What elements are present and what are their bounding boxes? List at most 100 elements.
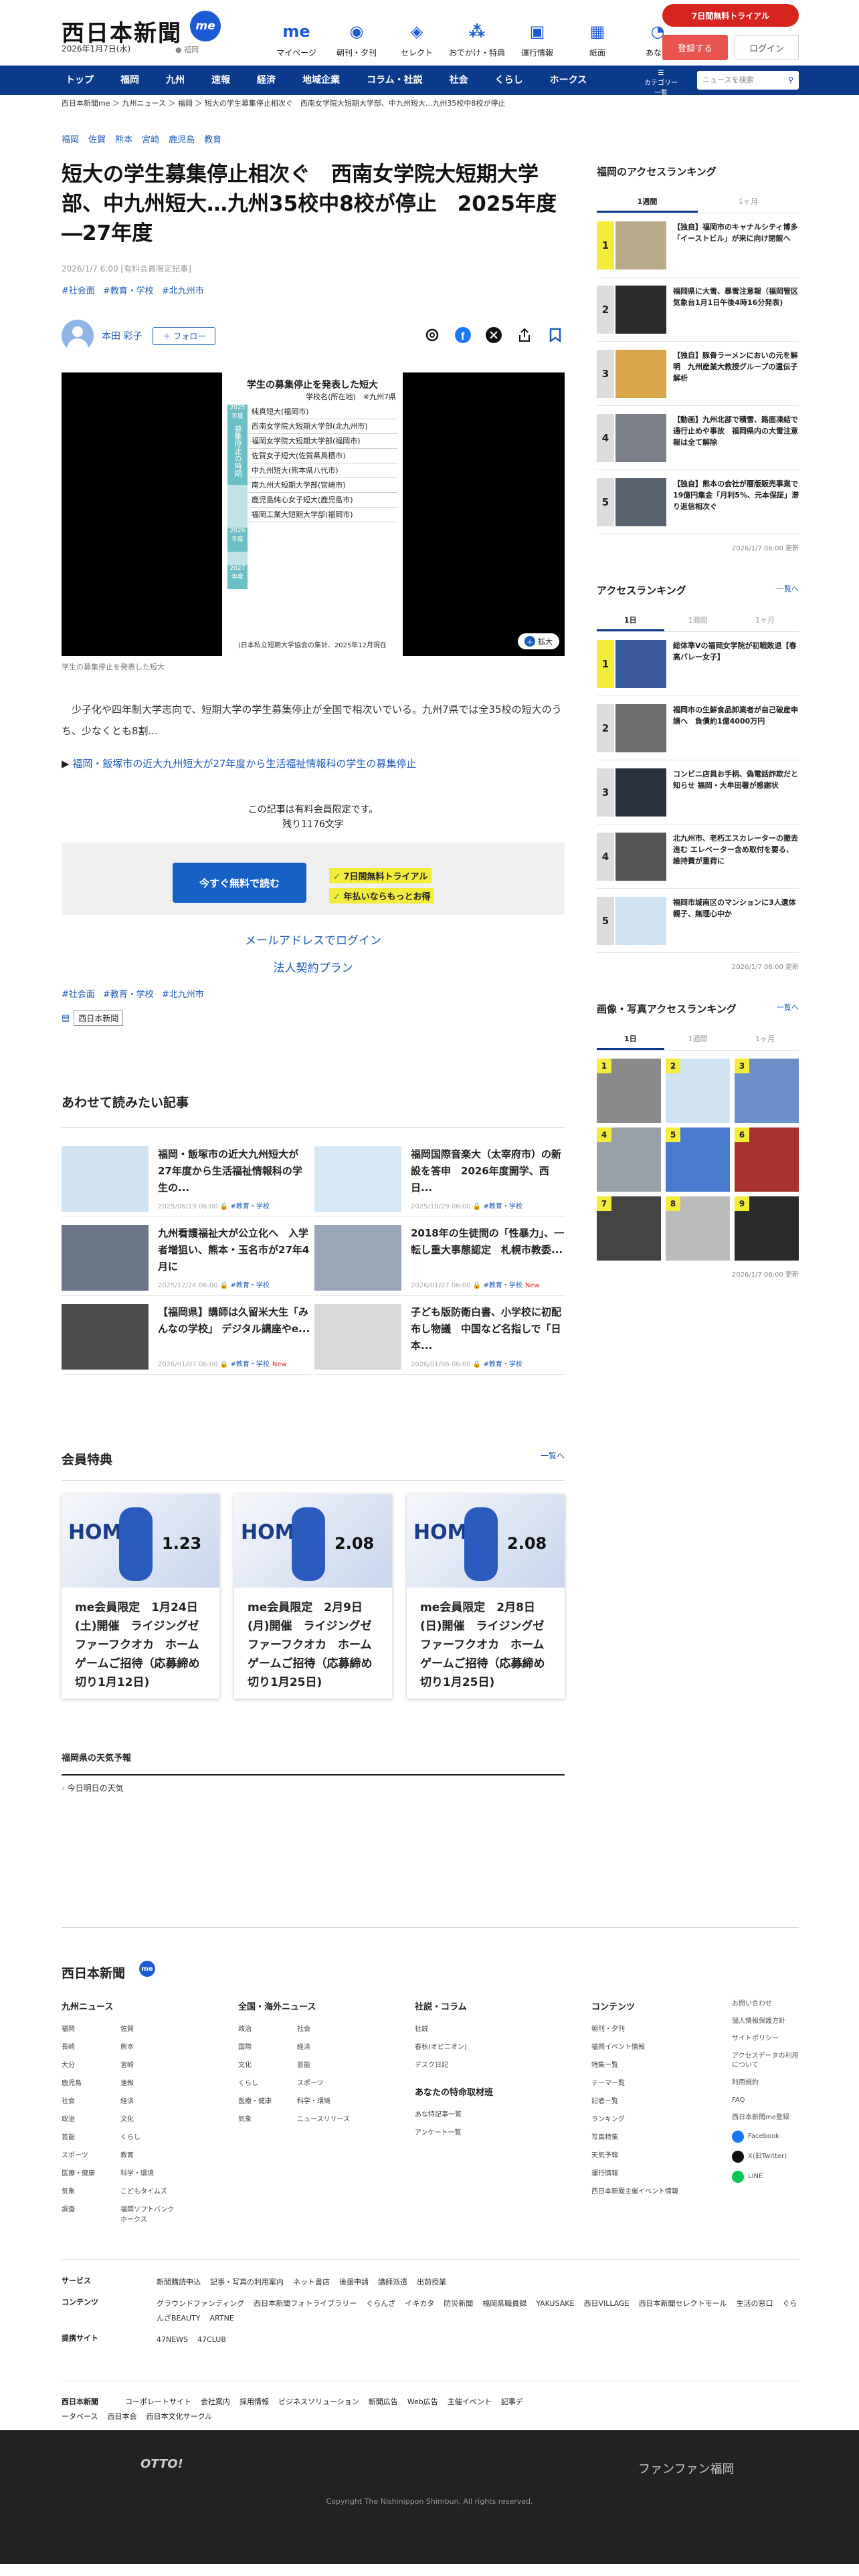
ranking-thumbnail[interactable] <box>615 640 666 688</box>
related-tag[interactable]: #教育・学校 <box>230 1361 269 1368</box>
footer-link[interactable]: 長崎 <box>62 2041 120 2051</box>
footer-link[interactable]: 運行情報 <box>591 2167 709 2177</box>
service-link[interactable]: 新聞購読申込 <box>157 2278 201 2286</box>
footer-side-link[interactable]: お問い合わせ <box>732 2000 799 2009</box>
service-link[interactable]: 後援申請 <box>339 2278 369 2286</box>
photo-item[interactable]: 3 <box>735 1059 799 1123</box>
article-tag[interactable]: #社会面 <box>62 286 95 296</box>
ranking-item[interactable]: 5 【独自】熊本の会社が暦版販売事業で19億円集金「月利5%、元本保証」滞り返信相… <box>597 470 799 534</box>
photo-item[interactable]: 7 <box>597 1196 661 1261</box>
me-logo-icon[interactable]: me <box>139 1961 155 1977</box>
gnav-item[interactable]: 地域企業 <box>289 66 353 95</box>
location[interactable]: ● 福岡 <box>175 44 199 55</box>
ranking-thumbnail[interactable] <box>615 221 666 270</box>
x-link[interactable]: X(旧Twitter) <box>732 2151 799 2163</box>
ranking-item[interactable]: 3 【独自】豚骨ラーメンにおいの元を解明 九州産業大教授グループの遺伝子解析 <box>597 342 799 406</box>
footer-link[interactable]: アンケート一覧 <box>415 2127 533 2137</box>
region-tag[interactable]: 宮崎 <box>142 135 159 145</box>
gnav-item[interactable]: くらし <box>482 66 537 95</box>
footer-link[interactable]: 科学・環境 <box>297 2095 356 2105</box>
footer-link[interactable]: 福岡イベント情報 <box>591 2041 709 2051</box>
footer-link[interactable]: 天気予報 <box>591 2149 709 2159</box>
related-item[interactable]: 子ども版防衛白書、小学校に初配布し物議 中国など名指しで「日本... 2026/0… <box>314 1296 565 1375</box>
tab-1day[interactable]: 1日 <box>597 611 664 631</box>
related-item[interactable]: 九州看護福祉大が公立化へ 入学者増狙い、熊本・玉名市が27年4月に 2025/12… <box>62 1217 312 1296</box>
related-tag[interactable]: #教育・学校 <box>230 1203 269 1210</box>
related-tag[interactable]: #教育・学校 <box>483 1361 522 1368</box>
member-card-text[interactable]: me会員限定 2月9日(月)開催 ライジングゼファーフクオカ ホームゲームご招待… <box>234 1588 392 1703</box>
header-nav-select[interactable]: ◈ セレクト <box>387 19 447 58</box>
x-icon[interactable] <box>484 326 503 344</box>
corporate-link[interactable]: 主催イベント <box>448 2397 492 2406</box>
member-card[interactable]: HOME 1.23 me会員限定 1月24日(土)開催 ライジングゼファーフクオカ … <box>62 1494 219 1699</box>
footer-link[interactable]: 芸能 <box>62 2131 120 2141</box>
ranking-item[interactable]: 5 福岡市城南区のマンションに3人遺体 親子、無理心中か <box>597 889 803 953</box>
ranking-thumbnail[interactable] <box>615 414 666 462</box>
tab-1day[interactable]: 1日 <box>597 1029 664 1050</box>
gnav-item[interactable]: 速報 <box>198 66 244 95</box>
footer-link[interactable]: デスク日記 <box>415 2059 533 2069</box>
footer-link[interactable]: 医療・健康 <box>62 2167 120 2177</box>
footer-link[interactable]: 調査 <box>62 2204 120 2224</box>
author-name[interactable]: 本田 彩子 <box>102 329 142 342</box>
related-thumbnail[interactable] <box>62 1146 149 1212</box>
related-title[interactable]: 子ども版防衛白書、小学校に初配布し物議 中国など名指しで「日本... <box>411 1304 565 1354</box>
footer-link[interactable]: 政治 <box>238 2023 297 2033</box>
ranking-item[interactable]: 2 福岡市の生鮮食品卸業者が自己破産申請へ 負債約1億4000万円 <box>597 696 799 760</box>
service-link[interactable]: 西日本新聞フォトライブラリー <box>254 2299 357 2308</box>
photo-item[interactable]: 4 <box>597 1128 661 1192</box>
footer-link[interactable]: あな特記事一覧 <box>415 2109 533 2119</box>
member-more-link[interactable]: 一覧へ <box>541 1450 565 1468</box>
footer-link[interactable]: 西日本新聞主催イベント情報 <box>591 2185 709 2195</box>
trial-button[interactable]: 7日間無料トライアル <box>662 4 799 27</box>
footer-link[interactable]: ニュースリリース <box>297 2113 356 2123</box>
article-tag[interactable]: #社会面 <box>62 990 95 1000</box>
footer-link[interactable]: 佐賀 <box>120 2023 179 2033</box>
related-tag[interactable]: #教育・学校 <box>483 1203 522 1210</box>
footer-column-title[interactable]: 九州ニュース <box>62 2000 238 2012</box>
footer-link[interactable]: 熊本 <box>120 2041 179 2051</box>
related-thumbnail[interactable] <box>314 1304 401 1370</box>
article-figure[interactable]: 学生の募集停止を発表した短大 学校名(所在地) ※九州7県 2025年度 募集停止… <box>62 372 565 656</box>
tab-1week[interactable]: 1週間 <box>664 611 732 631</box>
ranking-title[interactable]: 福岡県に大雪、暴雪注意報（福岡管区気象台1月1日午後4時16分発表) <box>673 286 799 341</box>
corporate-link[interactable]: Web広告 <box>407 2397 438 2406</box>
footer-link[interactable]: スポーツ <box>62 2149 120 2159</box>
footer-link[interactable]: こどもタイムズ <box>120 2185 179 2195</box>
footer-link[interactable]: 特集一覧 <box>591 2059 709 2069</box>
service-link[interactable]: YAKUSAKE <box>536 2299 574 2308</box>
footer-side-link[interactable]: 個人情報保護方針 <box>732 2017 799 2026</box>
ranking-thumbnail[interactable] <box>615 704 666 752</box>
footer-link[interactable]: 速報 <box>120 2077 179 2087</box>
footer-link[interactable]: くらし <box>120 2131 179 2141</box>
line-link[interactable]: LINE <box>732 2171 799 2183</box>
related-link[interactable]: ▶ 福岡・飯塚市の近大九州短大が27年度から生活福祉情報科の学生の募集停止 <box>62 756 565 770</box>
related-tag[interactable]: #教育・学校 <box>483 1282 522 1289</box>
member-card-image[interactable]: HOME 2.08 <box>407 1494 565 1588</box>
footer-link[interactable]: ランキング <box>591 2113 709 2123</box>
article-tag[interactable]: #教育・学校 <box>103 990 154 1000</box>
ranking-title[interactable]: 【独自】福岡市のキャナルシティ博多「イーストビル」が来に向け閉館へ <box>673 221 799 277</box>
service-link[interactable]: 生活の窓口 <box>737 2299 773 2308</box>
search-input[interactable]: ニュースを検索 ⚲ <box>697 71 799 90</box>
footer-side-link[interactable]: 西日本新聞me登録 <box>732 2113 799 2123</box>
email-login-link[interactable]: メールアドレスでログイン <box>62 931 565 948</box>
region-tag[interactable]: 福岡 <box>62 135 79 145</box>
footer-link[interactable]: スポーツ <box>297 2077 356 2087</box>
weather-row[interactable]: › 今日明日の天気 <box>62 1782 565 1794</box>
related-title[interactable]: 福岡国際音楽大（太宰府市）の新設を答申 2026年度開学、西日... <box>411 1146 565 1196</box>
photo-item[interactable]: 2 <box>666 1059 730 1123</box>
footer-column-subtitle[interactable]: あなたの特命取材班 <box>415 2085 591 2098</box>
related-thumbnail[interactable] <box>314 1225 401 1291</box>
footer-link[interactable]: くらし <box>238 2077 297 2087</box>
related-title[interactable]: 2018年の生徒間の「性暴力」、一転し重大事態認定 札幌市教委... <box>411 1225 565 1275</box>
service-link[interactable]: 防災新聞 <box>444 2299 473 2308</box>
tab-1month[interactable]: 1ヶ月 <box>731 1029 799 1050</box>
footer-link[interactable]: 社説 <box>415 2023 533 2033</box>
ranking-item[interactable]: 3 コンビニ店員お手柄、偽電話詐欺だと知らせ 福岡・大牟田署が感謝状 <box>597 760 799 825</box>
facebook-icon[interactable]: f <box>454 326 472 344</box>
region-tag[interactable]: 熊本 <box>115 135 132 145</box>
footer-side-link[interactable]: 利用規約 <box>732 2078 799 2088</box>
footer-link[interactable]: 写真特集 <box>591 2131 709 2141</box>
corporate-link[interactable]: コーポレートサイト <box>125 2397 191 2406</box>
